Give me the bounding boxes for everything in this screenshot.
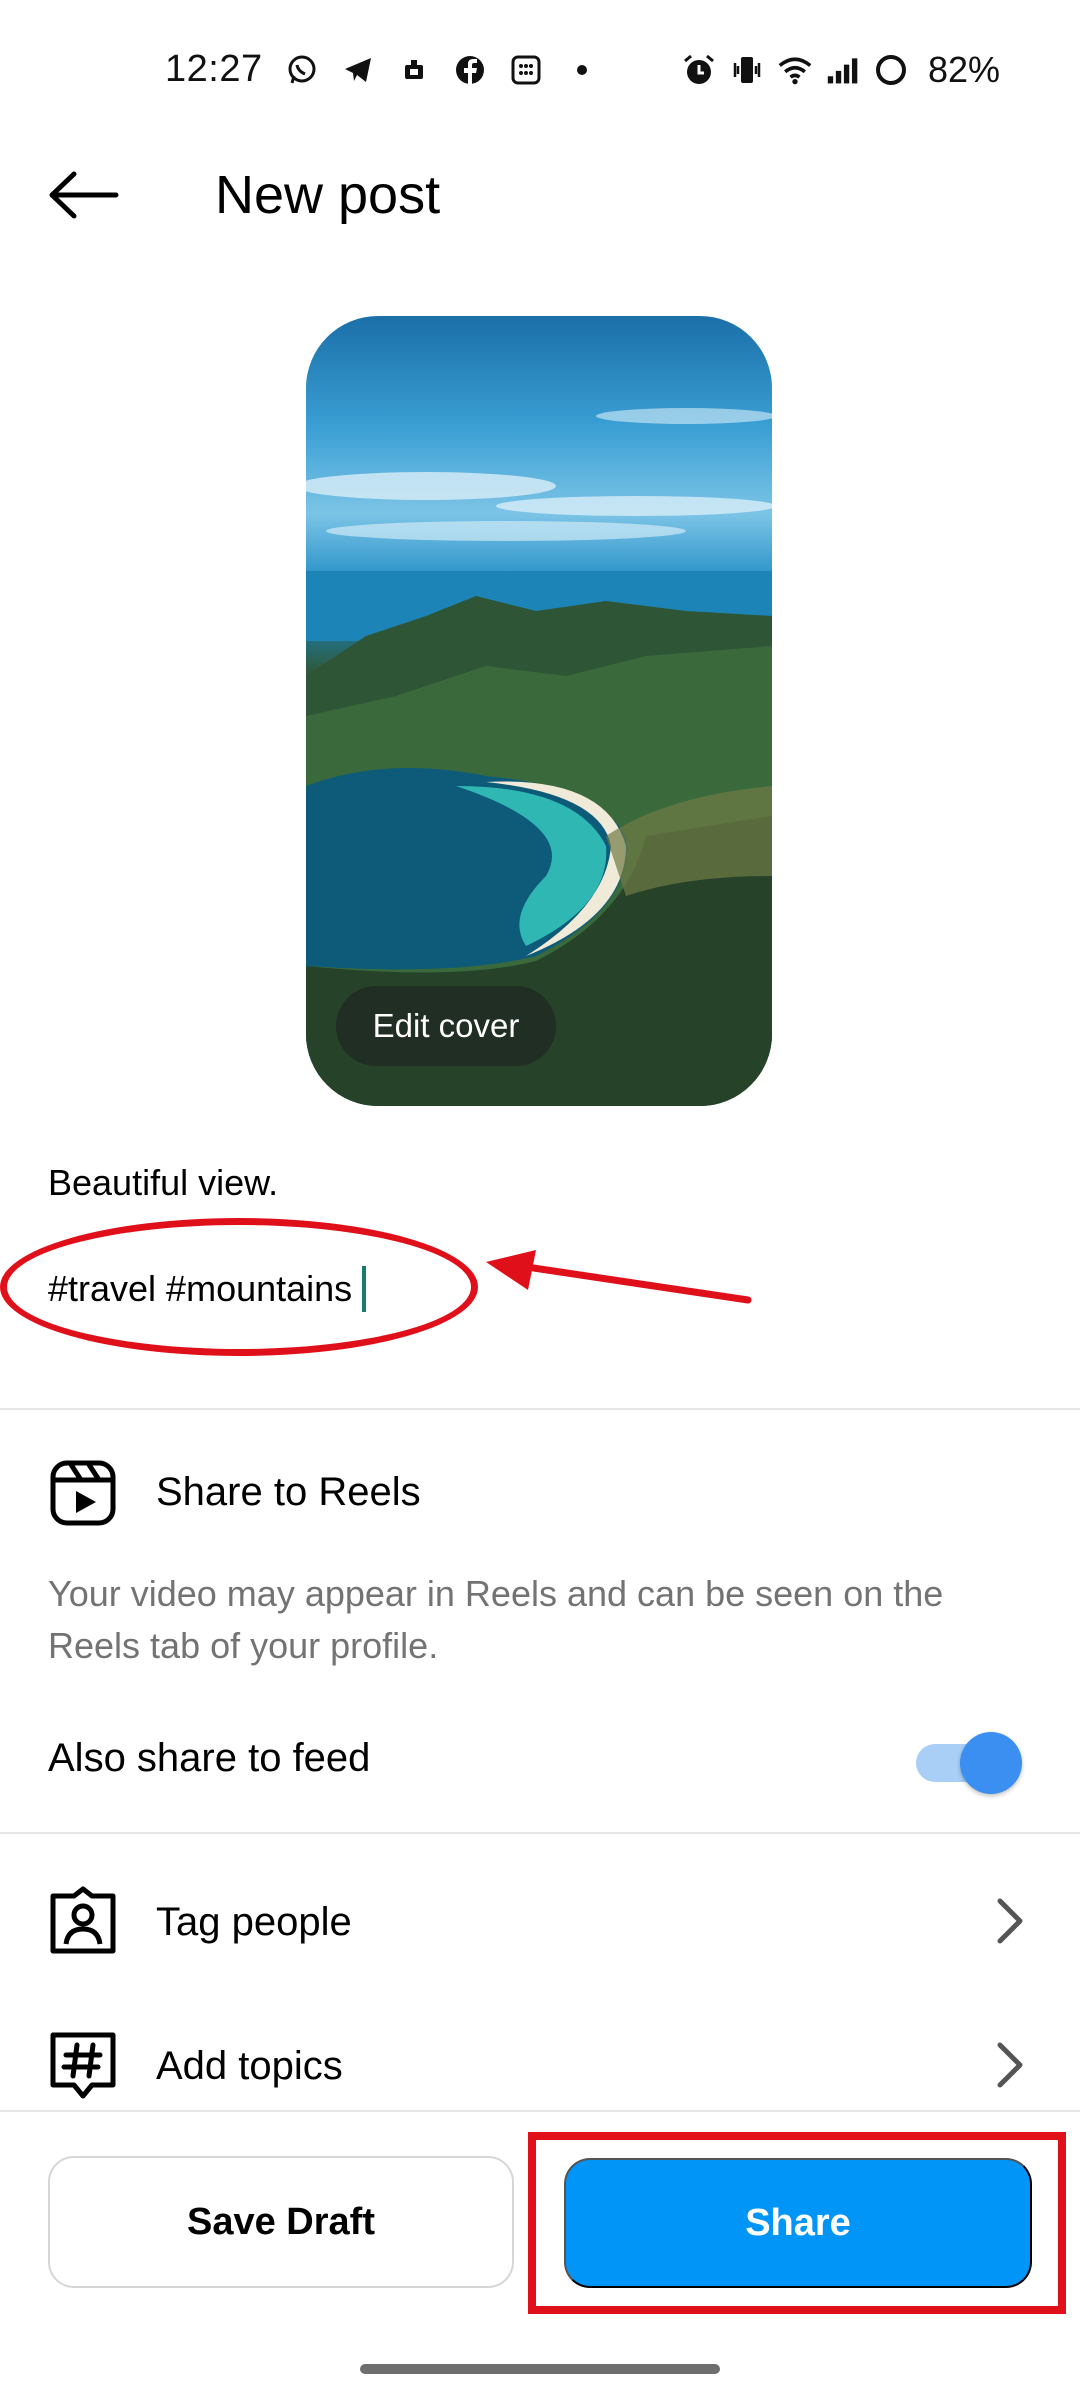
facebook-icon (453, 53, 487, 87)
share-to-reels-description: Your video may appear in Reels and can b… (48, 1573, 944, 1666)
system-icons: 82% (682, 49, 1000, 90)
back-button[interactable] (44, 160, 124, 230)
share-to-reels-title: Share to Reels (156, 1470, 421, 1514)
caption-text[interactable]: Beautiful view. (48, 1162, 278, 1204)
telegram-icon (341, 53, 375, 87)
chevron-right-icon (997, 1898, 1023, 1944)
tag-person-icon (50, 1886, 116, 1954)
status-time: 12:27 (165, 48, 263, 90)
home-indicator[interactable] (360, 2364, 720, 2374)
battery-percentage: 82% (927, 49, 1000, 90)
app-icon (397, 53, 431, 87)
arrow-left-icon (49, 171, 119, 219)
reels-icon (50, 1460, 116, 1526)
toggle-knob (960, 1732, 1022, 1794)
hashtag-icon (50, 2032, 116, 2099)
wifi-icon (778, 53, 812, 87)
also-share-to-feed-label: Also share to feed (48, 1736, 371, 1780)
battery-ring-icon (874, 53, 908, 87)
whatsapp-icon (285, 53, 319, 87)
divider (0, 1832, 1080, 1834)
tag-people-row[interactable]: Tag people (0, 1856, 1080, 1986)
signal-icon (826, 53, 860, 87)
page-title: New post (215, 165, 441, 225)
divider (0, 1408, 1080, 1410)
also-share-to-feed-toggle[interactable] (912, 1726, 1024, 1796)
notification-icons (285, 50, 599, 90)
calendar-icon (509, 53, 543, 87)
annotation-arrow-icon (486, 1250, 752, 1304)
video-cover-preview[interactable]: Edit cover (306, 316, 772, 1106)
dot-icon (565, 53, 599, 87)
divider (0, 2110, 1080, 2112)
save-draft-button[interactable]: Save Draft (48, 2156, 514, 2288)
tag-people-label: Tag people (156, 1900, 352, 1944)
annotation-highlight-rectangle (528, 2132, 1066, 2314)
status-bar: 12:27 82% (0, 0, 1080, 140)
add-topics-label: Add topics (156, 2044, 343, 2088)
alarm-icon (682, 53, 716, 87)
annotation-highlight-ellipse (0, 1218, 478, 1356)
vibrate-icon (730, 53, 764, 87)
chevron-right-icon (997, 2042, 1023, 2088)
edit-cover-button[interactable]: Edit cover (336, 986, 556, 1066)
